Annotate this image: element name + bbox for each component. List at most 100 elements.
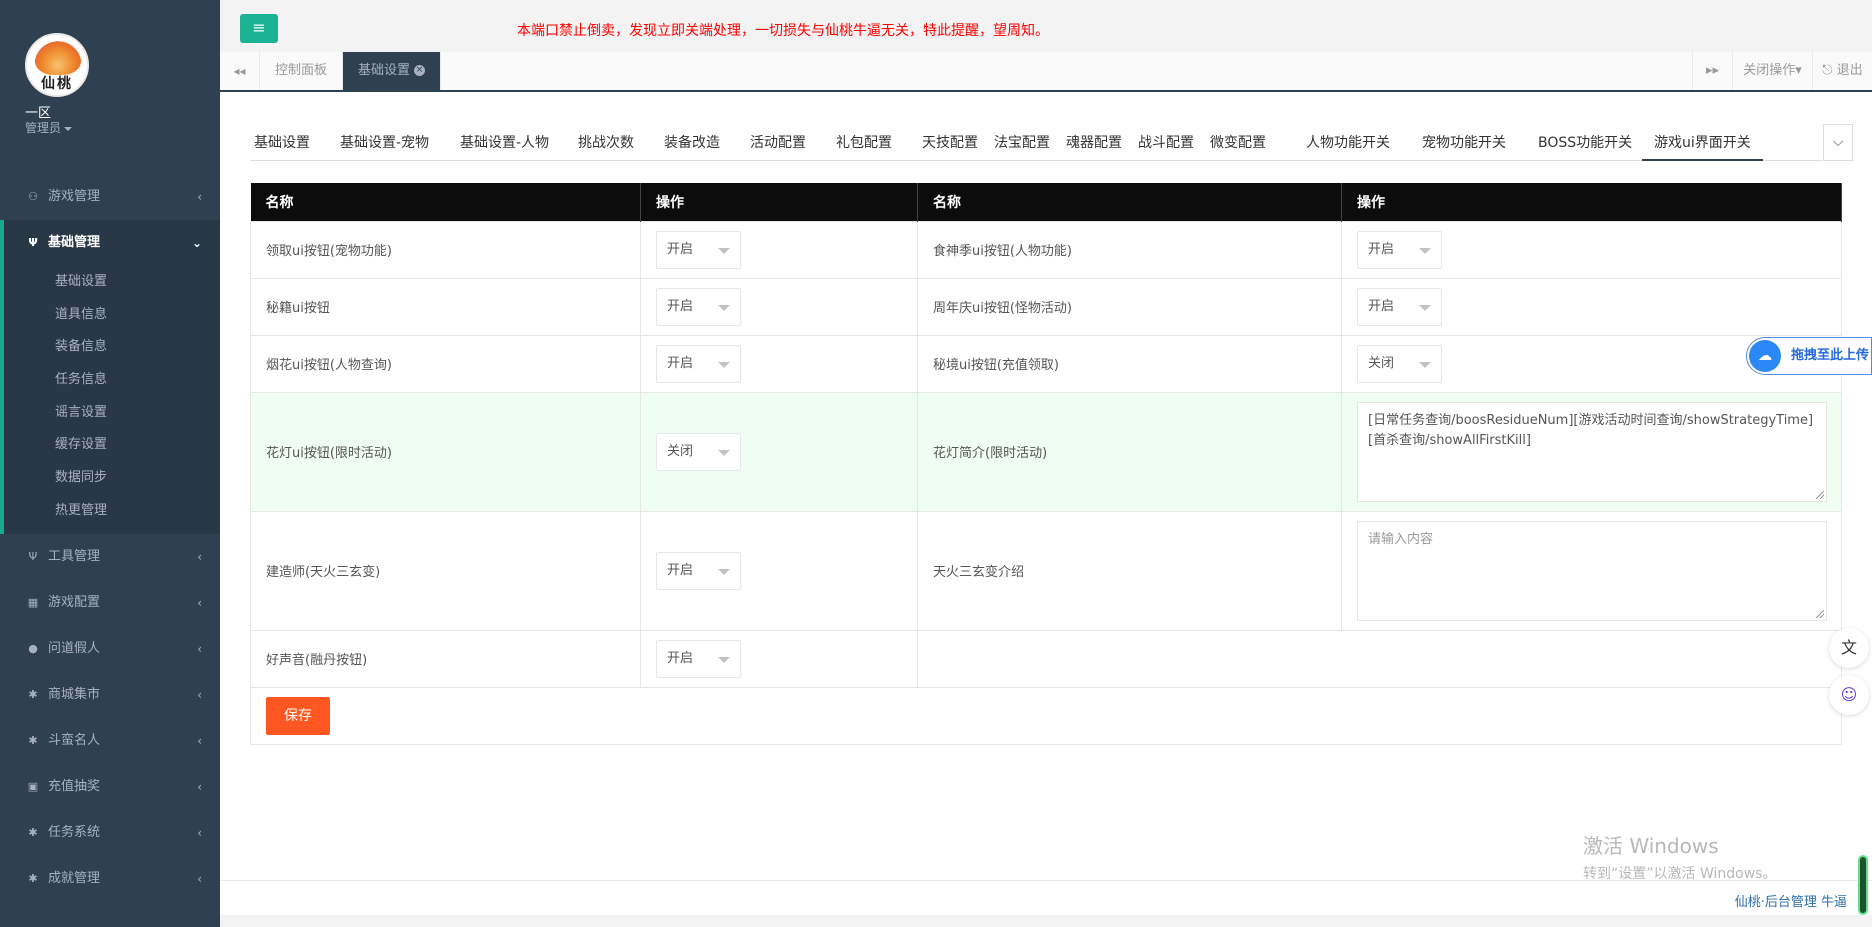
subnav-tab[interactable]: 战斗配置 xyxy=(1138,125,1194,161)
select-value: 开启 xyxy=(1368,298,1395,314)
user-icon: ● xyxy=(28,641,38,655)
sidebar-item-label: 商城集市 xyxy=(48,686,101,702)
subnav-tab[interactable]: 基础设置-宠物 xyxy=(340,125,429,161)
chevron-down-icon: ⌄ xyxy=(191,236,202,250)
select-value: 开启 xyxy=(667,355,694,371)
tab-dashboard[interactable]: 控制面板 xyxy=(260,52,344,90)
toggle-select[interactable]: 开启 xyxy=(656,287,741,326)
submenu-item[interactable]: 装备信息 xyxy=(4,331,220,364)
subnav-tab[interactable]: 法宝配置 xyxy=(994,125,1050,161)
subnav-tab[interactable]: 挑战次数 xyxy=(578,125,634,161)
scroll-indicator[interactable] xyxy=(1858,855,1868,915)
submenu-item[interactable]: 任务信息 xyxy=(4,364,220,397)
subnav-tab[interactable]: 活动配置 xyxy=(750,125,806,161)
chevron-left-icon: ‹ xyxy=(197,871,202,886)
chevron-left-icon: ‹ xyxy=(197,190,202,204)
tabs-next-button[interactable]: ▸▸ xyxy=(1692,52,1732,90)
intro-textarea[interactable]: 请输入内容 xyxy=(1357,520,1827,621)
close-icon[interactable]: × xyxy=(414,65,426,76)
submenu-item[interactable]: 热更管理 xyxy=(4,495,220,528)
robot-icon: ☺ xyxy=(1840,685,1858,704)
subnav-tab[interactable]: 装备改造 xyxy=(664,125,720,161)
tab-basic-settings[interactable]: 基础设置 × xyxy=(343,52,442,90)
submenu-item[interactable]: 数据同步 xyxy=(4,462,220,495)
drag-upload-button[interactable]: ☁ 拖拽至此上传 xyxy=(1746,337,1872,375)
tab-label: 基础设置 xyxy=(358,63,411,78)
page-tabs-bar: ◂◂ 控制面板 基础设置 × ▸▸ 关闭操作▾ ⎋ 退出 xyxy=(220,52,1872,92)
sidebar-item[interactable]: ✱ 成就管理 ‹ xyxy=(0,856,220,902)
sidebar-item[interactable]: ▦ 游戏配置 ‹ xyxy=(0,580,220,626)
select-value: 开启 xyxy=(1368,241,1395,257)
sidebar-item[interactable]: ✱ 任务系统 ‹ xyxy=(0,810,220,856)
subnav-tab[interactable]: 微变配置 xyxy=(1210,125,1266,161)
submenu-item[interactable]: 缓存设置 xyxy=(4,429,220,462)
dropdown-arrow-icon xyxy=(718,449,730,456)
select-value: 开启 xyxy=(667,562,694,578)
sidebar-item[interactable]: ● 问道假人 ‹ xyxy=(0,626,220,672)
settings-subnav: 基础设置 基础设置-宠物 基础设置-人物 挑战次数 装备改造 活动配置 礼包配置 天技配置 法宝… xyxy=(250,125,1822,161)
toggle-select[interactable]: 开启 xyxy=(656,551,741,590)
subnav-tab[interactable]: 游戏ui界面开关 xyxy=(1642,125,1763,161)
textarea-placeholder: 请输入内容 xyxy=(1368,531,1434,547)
sidebar-item-label: 工具管理 xyxy=(48,548,101,564)
toggle-select[interactable]: 开启 xyxy=(656,639,741,678)
column-header: 名称 xyxy=(917,183,1342,221)
dropdown-arrow-icon xyxy=(1419,361,1431,368)
peach-logo-icon xyxy=(35,41,81,75)
subnav-tab[interactable]: 宠物功能开关 xyxy=(1422,125,1506,161)
cutlery-icon: Ψ xyxy=(28,549,38,563)
sidebar-item[interactable]: Ψ 基础管理 ⌄ xyxy=(4,220,220,266)
toggle-select[interactable]: 开启 xyxy=(1357,230,1442,269)
role-label: 管理员 xyxy=(25,121,62,135)
assistant-button[interactable]: ☺ xyxy=(1829,675,1869,715)
toggle-select[interactable]: 关闭 xyxy=(1357,344,1442,383)
subnav-tab[interactable]: 礼包配置 xyxy=(836,125,892,161)
logout-button[interactable]: ⎋ 退出 xyxy=(1812,52,1872,90)
sidebar-item[interactable]: ✱ 斗蛮名人 ‹ xyxy=(0,718,220,764)
bottom-strip xyxy=(220,915,1872,927)
menu-group: ✱ 斗蛮名人 ‹ xyxy=(0,718,220,764)
chevron-left-icon: ‹ xyxy=(197,733,202,748)
save-button[interactable]: 保存 xyxy=(266,696,330,735)
sidebar-item[interactable]: ▣ 充值抽奖 ‹ xyxy=(0,764,220,810)
subnav-tab[interactable]: BOSS功能开关 xyxy=(1538,125,1632,161)
dropdown-arrow-icon xyxy=(718,568,730,575)
subnav-tab[interactable]: 基础设置-人物 xyxy=(460,125,549,161)
subnav-tab[interactable]: 基础设置 xyxy=(254,125,310,161)
column-header: 操作 xyxy=(640,183,918,221)
toggle-select[interactable]: 开启 xyxy=(1357,287,1442,326)
resize-grip-icon[interactable] xyxy=(1816,609,1824,618)
submenu-item[interactable]: 谣言设置 xyxy=(4,397,220,430)
submenu-item[interactable]: 道具信息 xyxy=(4,299,220,332)
sidebar-item-label: 斗蛮名人 xyxy=(48,732,101,748)
setting-name: 秘籍ui按钮 xyxy=(250,277,641,336)
subnav-tab[interactable]: 人物功能开关 xyxy=(1306,125,1390,161)
dropdown-arrow-icon xyxy=(1419,247,1431,254)
notice-text: 本端口禁止倒卖，发现立即关端处理，一切损失与仙桃牛逼无关，特此提醒，望周知。 xyxy=(517,23,1049,39)
subnav-tab[interactable]: 天技配置 xyxy=(922,125,978,161)
submenu-item[interactable]: 基础设置 xyxy=(4,266,220,299)
lantern-intro-textarea[interactable]: [日常任务查询/boosResidueNum][游戏活动时间查询/showStr… xyxy=(1357,401,1827,502)
column-header: 名称 xyxy=(250,183,641,221)
translate-button[interactable]: 文 xyxy=(1829,628,1869,668)
windows-watermark: 激活 Windows 转到“设置”以激活 Windows。 xyxy=(1583,830,1776,883)
chevron-left-icon: ‹ xyxy=(197,549,202,564)
toggle-select[interactable]: 开启 xyxy=(656,230,741,269)
chevron-down-icon[interactable]: ⌵ xyxy=(1823,124,1853,161)
footer-text: 仙桃·后台管理 牛逼 xyxy=(1734,895,1847,910)
menu-toggle-button[interactable]: ≡ xyxy=(240,14,278,43)
role-dropdown[interactable]: 管理员 xyxy=(25,119,73,136)
footer: 仙桃·后台管理 牛逼 xyxy=(220,880,1872,915)
dropdown-arrow-icon xyxy=(718,656,730,663)
subnav-tab[interactable]: 魂器配置 xyxy=(1066,125,1122,161)
dropdown-arrow-icon xyxy=(718,304,730,311)
setting-name: 烟花ui按钮(人物查询) xyxy=(250,334,641,393)
sidebar-item[interactable]: ⚇ 游戏管理 ‹ xyxy=(0,174,220,220)
sidebar-item[interactable]: Ψ 工具管理 ‹ xyxy=(0,534,220,580)
toggle-select[interactable]: 开启 xyxy=(656,344,741,383)
close-operations-dropdown[interactable]: 关闭操作▾ xyxy=(1732,52,1812,90)
resize-grip-icon[interactable] xyxy=(1816,490,1824,499)
sidebar-item[interactable]: ✱ 商城集市 ‹ xyxy=(0,672,220,718)
toggle-select[interactable]: 关闭 xyxy=(656,432,741,471)
tabs-prev-button[interactable]: ◂◂ xyxy=(220,52,260,90)
